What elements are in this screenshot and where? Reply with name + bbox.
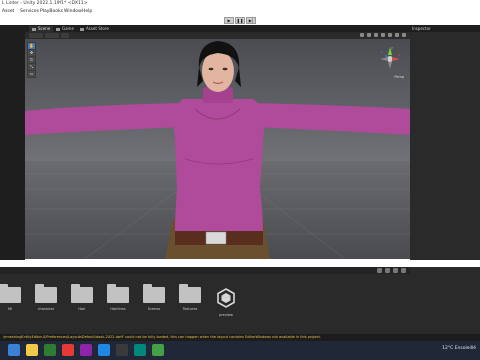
gizmo-z-label: z — [381, 50, 383, 54]
camera-icon[interactable] — [395, 33, 399, 37]
inspector-panel — [410, 25, 480, 260]
window-titlebar: L Linter - Unity 2022.1.19f1* <DX11> — [0, 0, 480, 8]
app-icon[interactable] — [80, 344, 92, 356]
effects-icon[interactable] — [388, 33, 392, 37]
game-icon — [56, 27, 60, 31]
scene-toolbar — [25, 32, 410, 39]
search-icon[interactable] — [377, 268, 382, 273]
file-explorer-icon[interactable] — [26, 344, 38, 356]
asset-label: character — [37, 307, 55, 311]
unity-logo-icon — [217, 288, 235, 308]
tab-asset-store-label: Asset Store — [86, 26, 109, 31]
view-tabs: Scene Game Asset Store — [25, 25, 410, 32]
gizmo-x-label: x — [398, 53, 400, 57]
filter-icon[interactable] — [385, 268, 390, 273]
folder-icon — [71, 284, 93, 303]
folder-icon — [107, 284, 129, 303]
play-button[interactable]: ▶ — [224, 17, 234, 24]
asset-folder-scenes[interactable]: Scenes — [140, 284, 168, 323]
windows-start-icon[interactable] — [8, 344, 20, 356]
pause-button[interactable]: ❚❚ — [235, 17, 245, 24]
tab-scene-label: Scene — [38, 26, 51, 31]
scene-viewport[interactable]: ✋ ✥ ↻ ⤡ ▭ y x z Persp — [25, 39, 410, 259]
app-icon[interactable] — [134, 344, 146, 356]
right-bottom-panel — [410, 267, 480, 334]
asset-folder-character[interactable]: character — [32, 284, 60, 323]
main-toolbar: ▶ ❚❚ ▶| — [0, 16, 480, 25]
app-icon[interactable] — [44, 344, 56, 356]
menu-item-window[interactable]: Window — [64, 9, 82, 14]
scene-render — [25, 41, 410, 259]
console-status-bar[interactable]: \nmeshingEntityEditor-S/Preferences/Layo… — [0, 334, 480, 341]
project-toolbar — [0, 267, 410, 274]
asset-label: Textures — [182, 307, 198, 311]
character-model[interactable] — [25, 41, 410, 259]
chrome-icon[interactable] — [62, 344, 74, 356]
folder-icon — [0, 284, 21, 303]
project-panel: Mi character Hair Hairlines Scenes Textu… — [0, 267, 410, 334]
menu-bar: Asset Services PlayBooks Window Help — [0, 8, 480, 16]
menu-item-help[interactable]: Help — [82, 9, 92, 14]
folder-icon — [35, 284, 57, 303]
asset-label: Scenes — [147, 307, 161, 311]
gizmos-icon[interactable] — [402, 33, 406, 37]
folder-icon — [179, 284, 201, 303]
shading-icon[interactable] — [360, 33, 364, 37]
step-button[interactable]: ▶| — [246, 17, 256, 24]
projection-label[interactable]: Persp — [394, 75, 404, 79]
asset-label: preview — [219, 313, 233, 317]
hand-tool-icon[interactable]: ✋ — [28, 43, 35, 49]
asset-label: Hairlines — [110, 307, 126, 311]
weather-tray[interactable]: 12°C Ensoleillé — [442, 346, 476, 351]
window-title: L Linter - Unity 2022.1.19f1* <DX11> — [2, 1, 88, 6]
grid-toggle[interactable] — [61, 33, 69, 38]
inspector-header: Inspector — [410, 25, 480, 32]
status-message: \nmeshingEntityEditor-S/Preferences/Layo… — [3, 335, 322, 339]
rect-tool-icon[interactable]: ▭ — [28, 71, 35, 77]
rotate-tool-icon[interactable]: ↻ — [28, 57, 35, 63]
menu-item-services[interactable]: Services — [20, 9, 39, 14]
asset-folder-hair[interactable]: Hair — [68, 284, 96, 323]
scale-tool-icon[interactable]: ⤡ — [28, 64, 35, 70]
app-icon[interactable] — [98, 344, 110, 356]
folder-icon — [143, 284, 165, 303]
move-tool-icon[interactable]: ✥ — [28, 50, 35, 56]
hierarchy-panel — [0, 25, 25, 260]
asset-label: Mi — [8, 307, 12, 311]
2d-toggle-icon[interactable] — [367, 33, 371, 37]
audio-icon[interactable] — [381, 33, 385, 37]
unity-taskbar-icon[interactable] — [116, 344, 128, 356]
asset-folder-mi[interactable]: Mi — [0, 284, 24, 323]
gizmo-y-label: y — [391, 46, 393, 50]
tab-game-label: Game — [62, 26, 74, 31]
asset-preview[interactable]: preview — [212, 287, 240, 323]
scene-tool-strip: ✋ ✥ ↻ ⤡ ▭ — [27, 42, 36, 78]
tab-inspector[interactable]: Inspector — [412, 26, 431, 32]
lighting-icon[interactable] — [374, 33, 378, 37]
os-taskbar: 12°C Ensoleillé — [0, 341, 480, 360]
label-icon[interactable] — [393, 268, 398, 273]
global-toggle[interactable] — [45, 33, 59, 38]
asset-folder-hairlines[interactable]: Hairlines — [104, 284, 132, 323]
panel-separator — [0, 260, 480, 267]
asset-folder-textures[interactable]: Textures — [176, 284, 204, 323]
pivot-toggle[interactable] — [29, 33, 43, 38]
orientation-gizmo-icon[interactable]: y x z — [378, 45, 402, 73]
store-icon — [80, 27, 84, 31]
scene-icon — [32, 27, 36, 31]
play-controls: ▶ ❚❚ ▶| — [224, 17, 256, 24]
asset-label: Hair — [78, 307, 86, 311]
zoom-slider-icon[interactable] — [401, 268, 406, 273]
app-icon[interactable] — [152, 344, 164, 356]
menu-item-playbooks[interactable]: PlayBooks — [40, 9, 63, 14]
menu-item-asset[interactable]: Asset — [2, 9, 14, 14]
